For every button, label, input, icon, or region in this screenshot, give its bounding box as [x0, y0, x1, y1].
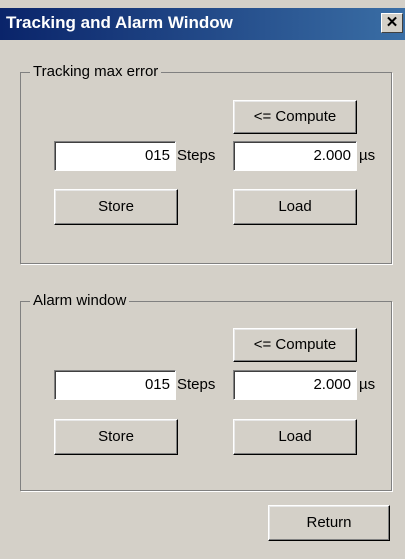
tracking-group-legend: Tracking max error: [30, 63, 162, 80]
alarm-group-legend: Alarm window: [30, 292, 130, 309]
alarm-load-button[interactable]: Load: [233, 419, 357, 455]
tracking-time-unit: µs: [359, 147, 376, 164]
alarm-compute-button[interactable]: <= Compute: [233, 328, 357, 362]
alarm-store-button[interactable]: Store: [54, 419, 178, 455]
tracking-store-button[interactable]: Store: [54, 189, 178, 225]
tracking-compute-button[interactable]: <= Compute: [233, 100, 357, 134]
alarm-window-group: Alarm window <= Compute 015 Steps 2.000 …: [20, 292, 392, 491]
tracking-time-input[interactable]: 2.000: [233, 141, 357, 171]
window-title: Tracking and Alarm Window: [6, 13, 233, 32]
tracking-steps-input[interactable]: 015: [54, 141, 176, 171]
title-bar[interactable]: Tracking and Alarm Window ✕: [0, 8, 405, 40]
alarm-steps-unit: Steps: [177, 376, 216, 393]
alarm-steps-input[interactable]: 015: [54, 370, 176, 400]
tracking-max-error-group: Tracking max error <= Compute 015 Steps …: [20, 63, 392, 264]
return-button[interactable]: Return: [268, 505, 390, 541]
alarm-time-unit: µs: [359, 376, 376, 393]
close-icon[interactable]: ✕: [381, 13, 403, 33]
tracking-load-button[interactable]: Load: [233, 189, 357, 225]
alarm-time-input[interactable]: 2.000: [233, 370, 357, 400]
tracking-steps-unit: Steps: [177, 147, 216, 164]
tracking-alarm-window: Tracking and Alarm Window ✕ Tracking max…: [0, 0, 405, 559]
